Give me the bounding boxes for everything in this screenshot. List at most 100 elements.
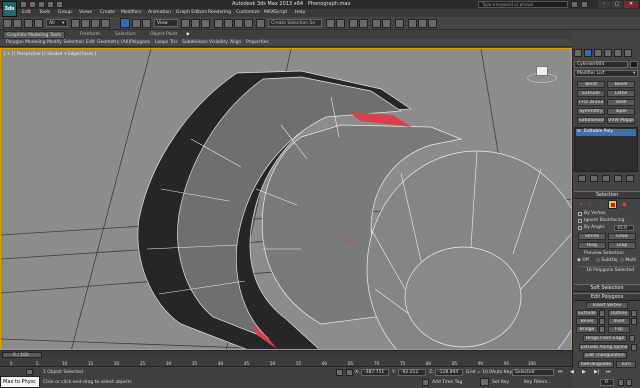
keyboard-shortcut-icon[interactable]	[201, 19, 210, 28]
bevel-settings-icon[interactable]	[599, 318, 605, 325]
menu-views[interactable]: Views	[79, 10, 92, 15]
menu-tools[interactable]: Tools	[39, 10, 50, 15]
rectangular-selection-icon[interactable]	[91, 19, 100, 28]
by-vertex-row[interactable]: By Vertex	[578, 211, 638, 217]
mirror-icon[interactable]	[326, 19, 335, 28]
viewcube[interactable]	[527, 63, 557, 85]
select-by-name-icon[interactable]	[81, 19, 90, 28]
named-selection-input[interactable]: Create Selection Se	[268, 19, 322, 27]
insert-vertex-button[interactable]: Insert Vertex	[586, 302, 628, 309]
pivot-center-icon[interactable]	[181, 19, 190, 28]
hinge-from-edge-button[interactable]: Hinge From Edge	[583, 335, 627, 342]
add-time-tag-icon[interactable]	[422, 379, 429, 386]
hinge-settings-icon[interactable]	[629, 335, 635, 342]
modifier-taper-button[interactable]: Taper	[607, 108, 635, 115]
edit-triangulation-button[interactable]: Edit Triangulation	[583, 352, 627, 359]
menu-edit[interactable]: Edit	[22, 10, 31, 15]
previous-frame-icon[interactable]: ◀	[570, 369, 574, 375]
preview-off-radio[interactable]: ◉ Off	[577, 258, 589, 263]
subtab-properties[interactable]: Properties	[246, 40, 269, 45]
subtab-subdivision[interactable]: Subdivision	[182, 40, 208, 45]
modifier-extrude-button[interactable]: Extrude	[577, 90, 605, 97]
preview-subobj-radio[interactable]: ○ SubObj	[596, 258, 618, 263]
spinner-snap-icon[interactable]	[244, 19, 253, 28]
modifier-symmetry-button[interactable]: Symmetry	[577, 108, 605, 115]
search-input[interactable]: Type a keyword or phrase	[478, 1, 568, 8]
subtab-visibility[interactable]: Visibility	[209, 40, 228, 45]
by-angle-row[interactable]: By Angle: 45.0	[578, 225, 638, 231]
extrude-button[interactable]: Extrude	[576, 310, 598, 317]
ribbon-options-icon[interactable]: ◆	[186, 32, 189, 37]
window-crossing-icon[interactable]	[101, 19, 110, 28]
modifier-uvw-mapping-button[interactable]: UVW Mapping Cle	[607, 117, 635, 124]
select-rotate-icon[interactable]	[132, 19, 141, 28]
viewcube-box[interactable]	[536, 66, 548, 76]
element-level-icon[interactable]: ◆	[622, 201, 627, 208]
selection-rollout-header[interactable]: Selection	[574, 191, 640, 199]
key-mode-dropdown[interactable]: Selected	[512, 369, 554, 376]
isolate-selection-icon[interactable]	[26, 369, 33, 375]
subtab-align[interactable]: Align	[230, 40, 241, 45]
tab-freeform[interactable]: Freeform	[80, 32, 100, 37]
modifier-ffd-button[interactable]: FFD 3x3x3	[577, 99, 605, 106]
ignore-backfacing-checkbox[interactable]	[578, 219, 582, 223]
link-icon[interactable]	[24, 19, 33, 28]
tab-object-paint[interactable]: Object Paint	[150, 32, 177, 37]
extrude-settings-icon[interactable]	[599, 310, 605, 317]
auto-key-button[interactable]: Auto Key	[492, 370, 512, 375]
undo-icon[interactable]	[47, 1, 54, 8]
zoom-icon[interactable]	[618, 379, 624, 386]
close-button[interactable]: ✕	[624, 1, 638, 8]
edge-level-icon[interactable]: ⁄	[589, 201, 590, 208]
goto-end-icon[interactable]: ⏭	[606, 369, 611, 375]
curve-editor-icon[interactable]	[372, 19, 381, 28]
by-vertex-checkbox[interactable]	[578, 212, 582, 216]
undo-icon[interactable]	[3, 19, 12, 28]
modifier-stack[interactable]: ⊞ Editable Poly	[574, 127, 638, 172]
minimize-button[interactable]: –	[598, 1, 610, 8]
menu-rendering[interactable]: Rendering	[208, 10, 231, 15]
modifier-list-dropdown[interactable]: Modifier List ▾	[574, 70, 638, 77]
menu-create[interactable]: Create	[100, 10, 115, 15]
ring-button[interactable]: Ring	[578, 242, 606, 249]
menu-modifiers[interactable]: Modifiers	[121, 10, 142, 15]
loop-button[interactable]: Loop	[608, 242, 636, 249]
set-key-button[interactable]: Set Key	[492, 380, 509, 385]
selection-lock-icon[interactable]	[336, 369, 343, 376]
absolute-mode-icon[interactable]	[346, 369, 353, 376]
retriangulate-button[interactable]: Retriangulate	[578, 361, 614, 368]
tab-graphite-modeling-tools[interactable]: Graphite Modeling Tools	[3, 31, 65, 39]
grow-button[interactable]: Grow	[608, 233, 636, 240]
menu-maxscript[interactable]: MAXScript	[264, 10, 287, 15]
schematic-view-icon[interactable]	[382, 19, 391, 28]
modifier-turbosmooth-button[interactable]: TurboSmooth	[577, 117, 605, 124]
pan-icon[interactable]	[626, 379, 632, 386]
help-icon[interactable]	[581, 1, 588, 8]
next-frame-icon[interactable]: ▶|	[594, 369, 600, 375]
percent-snap-icon[interactable]	[234, 19, 243, 28]
time-slider[interactable]: 0 / 100	[0, 350, 572, 358]
modifier-shell-button[interactable]: Shell	[607, 99, 635, 106]
redo-icon[interactable]	[56, 1, 63, 8]
menu-animation[interactable]: Animation	[148, 10, 171, 15]
save-file-icon[interactable]	[38, 1, 45, 8]
modify-tab-icon[interactable]	[584, 49, 592, 57]
extrude-spline-settings-icon[interactable]	[631, 344, 637, 351]
y-coordinate-field[interactable]: -92.012	[398, 369, 426, 376]
select-scale-icon[interactable]	[142, 19, 151, 28]
x-coordinate-field[interactable]: -387.751	[361, 369, 389, 376]
goto-start-icon[interactable]: ⏮	[558, 369, 563, 375]
configure-modifier-sets-icon[interactable]	[626, 175, 634, 182]
angle-snap-icon[interactable]	[224, 19, 233, 28]
unlink-icon[interactable]	[34, 19, 43, 28]
subtab-polygons[interactable]: Polygons	[130, 40, 150, 45]
inset-button[interactable]: Inset	[608, 318, 630, 325]
object-name-field[interactable]: Cylinder004	[574, 61, 628, 68]
polygon-level-icon[interactable]	[608, 200, 617, 209]
subtab-modify-selection[interactable]: Modify Selection	[47, 40, 84, 45]
ignore-backfacing-row[interactable]: Ignore Backfacing	[578, 218, 638, 224]
edit-polygons-rollout-header[interactable]: Edit Polygons	[574, 293, 640, 301]
subtab-edit[interactable]: Edit	[86, 40, 95, 45]
bridge-settings-icon[interactable]	[599, 326, 605, 333]
reference-coord-dropdown[interactable]: View	[154, 19, 178, 27]
